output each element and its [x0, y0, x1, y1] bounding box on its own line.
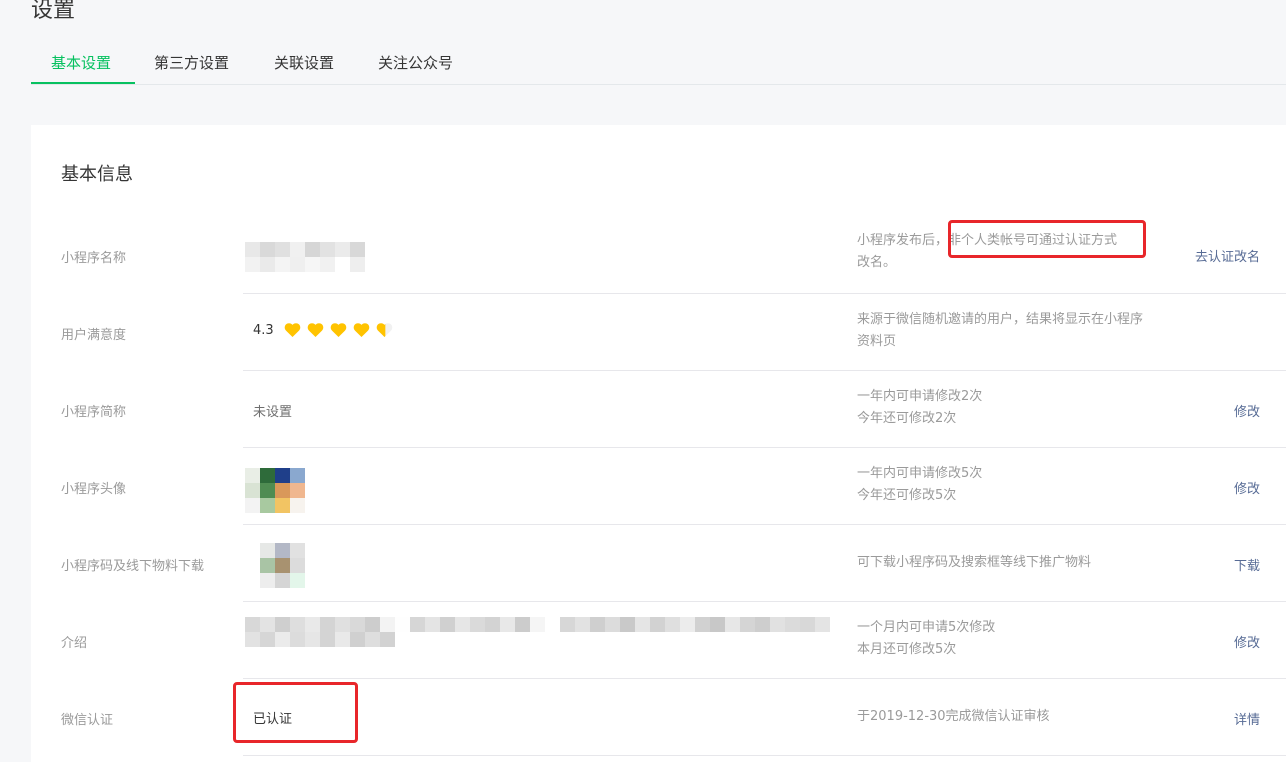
- tab-bar: 基本设置 第三方设置 关联设置 关注公众号: [31, 43, 1286, 85]
- score-value: 4.3: [253, 323, 274, 338]
- blurred-intro-text: [245, 617, 830, 647]
- row-short-name: 小程序简称 未设置 一年内可申请修改2次 今年还可修改2次 修改: [31, 371, 1286, 448]
- heart-icon: [330, 323, 347, 337]
- row-label: 小程序名称: [61, 251, 127, 266]
- red-highlight-box: [233, 682, 358, 743]
- row-description: 来源于微信随机邀请的用户，结果将显示在小程序资料页: [857, 312, 1144, 349]
- row-description: 一年内可申请修改2次 今年还可修改2次: [857, 389, 983, 426]
- tab-linked-settings[interactable]: 关联设置: [274, 52, 334, 73]
- tab-follow-official-account[interactable]: 关注公众号: [378, 52, 453, 73]
- page-title: 设置: [31, 0, 76, 23]
- certify-rename-link[interactable]: 去认证改名: [1195, 246, 1260, 265]
- heart-icon: [353, 323, 370, 337]
- row-label: 小程序头像: [61, 482, 127, 497]
- heart-icon: [284, 323, 301, 337]
- download-materials-link[interactable]: 下载: [1234, 555, 1260, 574]
- row-label: 微信认证: [61, 713, 114, 728]
- edit-short-name-link[interactable]: 修改: [1234, 401, 1260, 420]
- red-highlight-box: [948, 220, 1146, 258]
- tab-basic-settings[interactable]: 基本设置: [51, 52, 111, 73]
- row-introduction: 介绍 一个月内可申请5次修改 本月还可修改5次 修改: [31, 602, 1286, 679]
- satisfaction-score: 4.3: [253, 322, 393, 339]
- blurred-name-value: [245, 242, 365, 272]
- blurred-qrcode-image: [260, 543, 305, 588]
- row-mini-program-name: 小程序名称 小程序发布后，非个人类帐号可通过认证方式 改名。 去认证改名: [31, 217, 1286, 294]
- row-label: 用户满意度: [61, 328, 127, 343]
- certification-details-link[interactable]: 详情: [1234, 709, 1260, 728]
- row-label: 介绍: [61, 636, 88, 651]
- row-description: 一个月内可申请5次修改 本月还可修改5次: [857, 620, 996, 657]
- row-description: 一年内可申请修改5次 今年还可修改5次: [857, 466, 983, 503]
- heart-icon: [307, 323, 324, 337]
- row-description: 可下载小程序码及搜索框等线下推广物料: [857, 555, 1092, 570]
- row-description: 于2019-12-30完成微信认证审核: [857, 709, 1050, 724]
- tab-third-party-settings[interactable]: 第三方设置: [154, 52, 229, 73]
- row-label: 小程序码及线下物料下载: [61, 559, 205, 574]
- blurred-avatar-image: [245, 468, 305, 513]
- edit-intro-link[interactable]: 修改: [1234, 632, 1260, 651]
- basic-info-card: 基本信息 小程序名称 小程序发布后，非个人类帐号可通过认证方式 改名。 去认证改…: [31, 125, 1286, 762]
- edit-avatar-link[interactable]: 修改: [1234, 478, 1260, 497]
- card-title: 基本信息: [61, 164, 133, 185]
- row-user-satisfaction: 用户满意度 4.3 来源于微信随机邀请的用户，结果将显示在小程序资料页: [31, 294, 1286, 371]
- active-tab-indicator: [31, 82, 135, 84]
- row-divider: [243, 755, 1286, 756]
- row-label: 小程序简称: [61, 405, 127, 420]
- row-avatar: 小程序头像 一年内可申请修改5次 今年还可修改5次 修改: [31, 448, 1286, 525]
- heart-icon: [376, 323, 393, 337]
- short-name-value: 未设置: [253, 405, 293, 420]
- row-wechat-certification: 微信认证 已认证 于2019-12-30完成微信认证审核 详情: [31, 679, 1286, 756]
- row-qrcode-download: 小程序码及线下物料下载 可下载小程序码及搜索框等线下推广物料 下载: [31, 525, 1286, 602]
- satisfaction-hearts: [278, 323, 393, 338]
